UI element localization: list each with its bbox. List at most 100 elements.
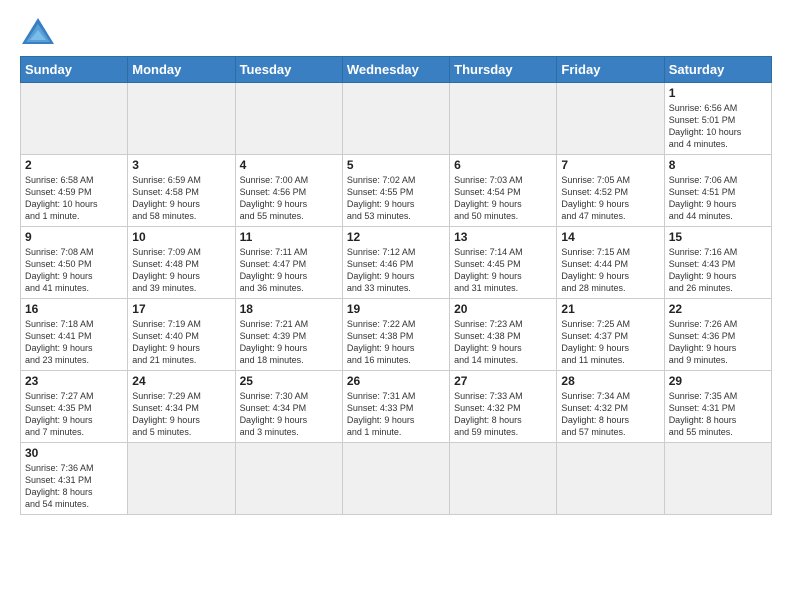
day-number: 11 bbox=[240, 230, 338, 244]
day-number: 8 bbox=[669, 158, 767, 172]
logo-icon bbox=[20, 16, 56, 46]
day-number: 13 bbox=[454, 230, 552, 244]
day-info: Sunrise: 7:12 AM Sunset: 4:46 PM Dayligh… bbox=[347, 246, 445, 295]
calendar-row: 16 Sunrise: 7:18 AM Sunset: 4:41 PM Dayli… bbox=[21, 299, 772, 371]
header-cell-monday: Monday bbox=[128, 57, 235, 83]
day-info: Sunrise: 7:31 AM Sunset: 4:33 PM Dayligh… bbox=[347, 390, 445, 439]
day-number: 28 bbox=[561, 374, 659, 388]
calendar-cell: 9 Sunrise: 7:08 AM Sunset: 4:50 PM Daylig… bbox=[21, 227, 128, 299]
day-number: 1 bbox=[669, 86, 767, 100]
calendar-cell bbox=[342, 443, 449, 515]
calendar-cell: 23Sunrise: 7:27 AM Sunset: 4:35 PM Dayli… bbox=[21, 371, 128, 443]
day-number: 24 bbox=[132, 374, 230, 388]
calendar-cell: 24 Sunrise: 7:29 AM Sunset: 4:34 PM Dayli… bbox=[128, 371, 235, 443]
calendar-body: 1 Sunrise: 6:56 AM Sunset: 5:01 PM Daylig… bbox=[21, 83, 772, 515]
day-number: 20 bbox=[454, 302, 552, 316]
calendar-cell: 27 Sunrise: 7:33 AM Sunset: 4:32 PM Dayli… bbox=[450, 371, 557, 443]
calendar-cell: 4 Sunrise: 7:00 AM Sunset: 4:56 PM Daylig… bbox=[235, 155, 342, 227]
day-info: Sunrise: 7:34 AM Sunset: 4:32 PM Dayligh… bbox=[561, 390, 659, 439]
day-number: 26 bbox=[347, 374, 445, 388]
day-number: 7 bbox=[561, 158, 659, 172]
day-info: Sunrise: 7:26 AM Sunset: 4:36 PM Dayligh… bbox=[669, 318, 767, 367]
day-number: 15 bbox=[669, 230, 767, 244]
calendar-cell: 6Sunrise: 7:03 AM Sunset: 4:54 PM Daylig… bbox=[450, 155, 557, 227]
day-number: 30 bbox=[25, 446, 123, 460]
calendar-row: 30Sunrise: 7:36 AM Sunset: 4:31 PM Dayli… bbox=[21, 443, 772, 515]
header-cell-sunday: Sunday bbox=[21, 57, 128, 83]
header-cell-friday: Friday bbox=[557, 57, 664, 83]
calendar-cell: 30Sunrise: 7:36 AM Sunset: 4:31 PM Dayli… bbox=[21, 443, 128, 515]
day-info: Sunrise: 7:23 AM Sunset: 4:38 PM Dayligh… bbox=[454, 318, 552, 367]
day-info: Sunrise: 7:18 AM Sunset: 4:41 PM Dayligh… bbox=[25, 318, 123, 367]
calendar-row: 23Sunrise: 7:27 AM Sunset: 4:35 PM Dayli… bbox=[21, 371, 772, 443]
logo bbox=[20, 16, 62, 46]
day-info: Sunrise: 7:03 AM Sunset: 4:54 PM Dayligh… bbox=[454, 174, 552, 223]
day-number: 17 bbox=[132, 302, 230, 316]
day-info: Sunrise: 7:08 AM Sunset: 4:50 PM Dayligh… bbox=[25, 246, 123, 295]
calendar-cell: 15 Sunrise: 7:16 AM Sunset: 4:43 PM Dayli… bbox=[664, 227, 771, 299]
day-number: 9 bbox=[25, 230, 123, 244]
calendar-cell: 1 Sunrise: 6:56 AM Sunset: 5:01 PM Daylig… bbox=[664, 83, 771, 155]
day-info: Sunrise: 7:25 AM Sunset: 4:37 PM Dayligh… bbox=[561, 318, 659, 367]
calendar-table: SundayMondayTuesdayWednesdayThursdayFrid… bbox=[20, 56, 772, 515]
calendar-cell: 12 Sunrise: 7:12 AM Sunset: 4:46 PM Dayli… bbox=[342, 227, 449, 299]
day-info: Sunrise: 7:14 AM Sunset: 4:45 PM Dayligh… bbox=[454, 246, 552, 295]
calendar-cell bbox=[235, 83, 342, 155]
day-info: Sunrise: 7:30 AM Sunset: 4:34 PM Dayligh… bbox=[240, 390, 338, 439]
day-info: Sunrise: 7:15 AM Sunset: 4:44 PM Dayligh… bbox=[561, 246, 659, 295]
calendar-cell: 5Sunrise: 7:02 AM Sunset: 4:55 PM Daylig… bbox=[342, 155, 449, 227]
calendar-cell: 19Sunrise: 7:22 AM Sunset: 4:38 PM Dayli… bbox=[342, 299, 449, 371]
calendar-cell bbox=[557, 443, 664, 515]
day-info: Sunrise: 7:11 AM Sunset: 4:47 PM Dayligh… bbox=[240, 246, 338, 295]
day-number: 12 bbox=[347, 230, 445, 244]
calendar-cell: 7 Sunrise: 7:05 AM Sunset: 4:52 PM Daylig… bbox=[557, 155, 664, 227]
header-cell-tuesday: Tuesday bbox=[235, 57, 342, 83]
calendar-cell: 11 Sunrise: 7:11 AM Sunset: 4:47 PM Dayli… bbox=[235, 227, 342, 299]
day-info: Sunrise: 7:27 AM Sunset: 4:35 PM Dayligh… bbox=[25, 390, 123, 439]
day-info: Sunrise: 7:05 AM Sunset: 4:52 PM Dayligh… bbox=[561, 174, 659, 223]
calendar-row: 2 Sunrise: 6:58 AM Sunset: 4:59 PM Daylig… bbox=[21, 155, 772, 227]
calendar-cell: 20 Sunrise: 7:23 AM Sunset: 4:38 PM Dayli… bbox=[450, 299, 557, 371]
calendar-cell bbox=[664, 443, 771, 515]
day-number: 19 bbox=[347, 302, 445, 316]
calendar-cell bbox=[235, 443, 342, 515]
day-number: 4 bbox=[240, 158, 338, 172]
calendar-header: SundayMondayTuesdayWednesdayThursdayFrid… bbox=[21, 57, 772, 83]
calendar-page: SundayMondayTuesdayWednesdayThursdayFrid… bbox=[0, 0, 792, 531]
day-number: 3 bbox=[132, 158, 230, 172]
calendar-cell: 14Sunrise: 7:15 AM Sunset: 4:44 PM Dayli… bbox=[557, 227, 664, 299]
calendar-row: 1 Sunrise: 6:56 AM Sunset: 5:01 PM Daylig… bbox=[21, 83, 772, 155]
calendar-cell: 16 Sunrise: 7:18 AM Sunset: 4:41 PM Dayli… bbox=[21, 299, 128, 371]
day-number: 5 bbox=[347, 158, 445, 172]
day-number: 25 bbox=[240, 374, 338, 388]
calendar-cell: 18Sunrise: 7:21 AM Sunset: 4:39 PM Dayli… bbox=[235, 299, 342, 371]
day-info: Sunrise: 7:29 AM Sunset: 4:34 PM Dayligh… bbox=[132, 390, 230, 439]
calendar-cell: 17Sunrise: 7:19 AM Sunset: 4:40 PM Dayli… bbox=[128, 299, 235, 371]
calendar-cell: 29Sunrise: 7:35 AM Sunset: 4:31 PM Dayli… bbox=[664, 371, 771, 443]
day-info: Sunrise: 7:00 AM Sunset: 4:56 PM Dayligh… bbox=[240, 174, 338, 223]
calendar-cell bbox=[128, 443, 235, 515]
day-info: Sunrise: 6:56 AM Sunset: 5:01 PM Dayligh… bbox=[669, 102, 767, 151]
day-number: 21 bbox=[561, 302, 659, 316]
calendar-cell bbox=[342, 83, 449, 155]
day-number: 27 bbox=[454, 374, 552, 388]
day-info: Sunrise: 7:16 AM Sunset: 4:43 PM Dayligh… bbox=[669, 246, 767, 295]
calendar-cell bbox=[557, 83, 664, 155]
day-info: Sunrise: 7:06 AM Sunset: 4:51 PM Dayligh… bbox=[669, 174, 767, 223]
header-cell-thursday: Thursday bbox=[450, 57, 557, 83]
day-info: Sunrise: 7:33 AM Sunset: 4:32 PM Dayligh… bbox=[454, 390, 552, 439]
calendar-cell: 26 Sunrise: 7:31 AM Sunset: 4:33 PM Dayli… bbox=[342, 371, 449, 443]
calendar-row: 9 Sunrise: 7:08 AM Sunset: 4:50 PM Daylig… bbox=[21, 227, 772, 299]
calendar-cell bbox=[450, 83, 557, 155]
calendar-cell: 10Sunrise: 7:09 AM Sunset: 4:48 PM Dayli… bbox=[128, 227, 235, 299]
calendar-cell bbox=[450, 443, 557, 515]
day-number: 29 bbox=[669, 374, 767, 388]
day-number: 16 bbox=[25, 302, 123, 316]
header-row: SundayMondayTuesdayWednesdayThursdayFrid… bbox=[21, 57, 772, 83]
calendar-cell bbox=[128, 83, 235, 155]
calendar-cell: 13 Sunrise: 7:14 AM Sunset: 4:45 PM Dayli… bbox=[450, 227, 557, 299]
day-number: 2 bbox=[25, 158, 123, 172]
day-info: Sunrise: 6:58 AM Sunset: 4:59 PM Dayligh… bbox=[25, 174, 123, 223]
calendar-cell: 21 Sunrise: 7:25 AM Sunset: 4:37 PM Dayli… bbox=[557, 299, 664, 371]
day-info: Sunrise: 7:09 AM Sunset: 4:48 PM Dayligh… bbox=[132, 246, 230, 295]
